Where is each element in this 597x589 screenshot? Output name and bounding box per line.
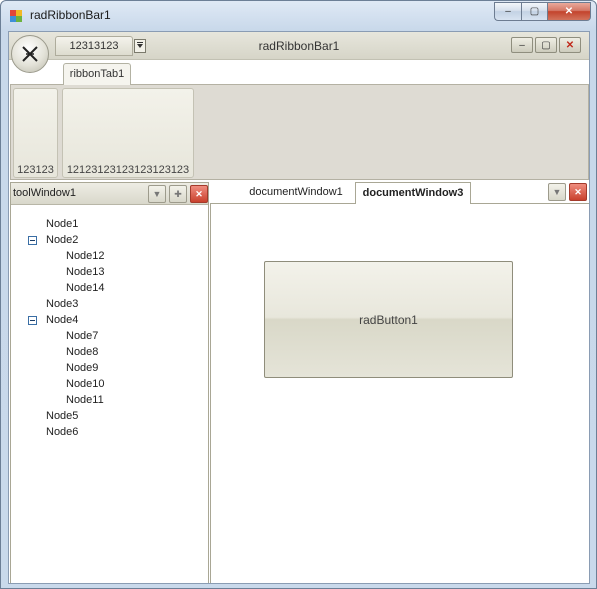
document-dropdown-icon[interactable]: ▼: [548, 183, 566, 201]
tab-document-window-1[interactable]: documentWindow1: [240, 182, 352, 204]
tree-node-label: Node8: [66, 346, 99, 358]
app-menu-icon: [22, 46, 38, 62]
ribbon-tab-strip: ribbonTab1: [9, 60, 589, 85]
ribbon-minimize-button[interactable]: –: [511, 37, 533, 53]
tree-view[interactable]: Node1 Node2 Node12 Node13 Node14 Node3 Node4 No…: [11, 216, 208, 440]
tree-node-label: Node10: [66, 378, 105, 390]
tree-node[interactable]: Node3: [11, 296, 208, 312]
tree-node[interactable]: Node12: [11, 248, 208, 264]
application-menu-button[interactable]: [11, 35, 49, 73]
tree-node-label: Node2: [46, 234, 79, 246]
app-icon: [10, 10, 22, 22]
collapse-icon[interactable]: [28, 236, 37, 245]
ribbon-group-2: 12123123123123123123: [62, 88, 194, 178]
ribbon-title: radRibbonBar1: [258, 39, 340, 53]
document-close-icon[interactable]: ✕: [569, 183, 587, 201]
tree-node[interactable]: Node9: [11, 360, 208, 376]
tree-node[interactable]: Node8: [11, 344, 208, 360]
tree-node-label: Node7: [66, 330, 99, 342]
tree-node-label: Node6: [46, 426, 79, 438]
window-maximize-button[interactable]: ▢: [521, 2, 547, 21]
rad-button[interactable]: radButton1: [264, 261, 513, 378]
tree-node[interactable]: Node4: [11, 312, 208, 328]
tree-node[interactable]: Node14: [11, 280, 208, 296]
ribbon-window-controls: – ▢ ✕: [511, 37, 581, 53]
tree-node-label: Node5: [46, 410, 79, 422]
tree-node-label: Node4: [46, 314, 79, 326]
ribbon-group-label: 12123123123123123123: [66, 164, 190, 176]
tree-node[interactable]: Node11: [11, 392, 208, 408]
window-controls: – ▢ ✕: [494, 2, 591, 21]
tool-window-header[interactable]: toolWindow1 ▼ ✚ ✕: [11, 183, 208, 205]
tool-window-close-icon[interactable]: ✕: [190, 185, 208, 203]
ribbon-panel: 123123 12123123123123123123: [10, 84, 589, 180]
tree-node[interactable]: Node5: [11, 408, 208, 424]
tree-node[interactable]: Node2: [11, 232, 208, 248]
main-window: radRibbonBar1 – ▢ ✕ 12313123 radRibbonBa…: [0, 0, 597, 589]
tree-node[interactable]: Node6: [11, 424, 208, 440]
ribbon-group-1: 123123: [13, 88, 58, 178]
collapse-icon[interactable]: [28, 316, 37, 325]
window-minimize-button[interactable]: –: [494, 2, 521, 21]
tab-document-window-3[interactable]: documentWindow3: [355, 182, 471, 205]
window-title-bar[interactable]: radRibbonBar1 – ▢ ✕: [1, 1, 596, 31]
document-body: radButton1: [210, 204, 589, 583]
document-tab-strip: documentWindow1 documentWindow3 ▼ ✕: [210, 182, 589, 205]
tool-window-dropdown-icon[interactable]: ▼: [148, 185, 166, 203]
ribbon-title-row: 12313123 radRibbonBar1 – ▢ ✕: [9, 32, 589, 60]
tree-node-label: Node9: [66, 362, 99, 374]
tree-node-label: Node12: [66, 250, 105, 262]
window-title: radRibbonBar1: [30, 8, 111, 22]
window-close-button[interactable]: ✕: [547, 2, 591, 21]
tool-window: toolWindow1 ▼ ✚ ✕ Node1 Node2 Node12 Node13…: [10, 182, 209, 583]
tool-window-pin-icon[interactable]: ✚: [169, 185, 187, 203]
tree-node[interactable]: Node1: [11, 216, 208, 232]
tree-node-label: Node13: [66, 266, 105, 278]
tree-node[interactable]: Node10: [11, 376, 208, 392]
tool-window-title: toolWindow1: [13, 187, 76, 199]
client-area: 12313123 radRibbonBar1 – ▢ ✕ ribbonTab1 …: [8, 31, 590, 584]
ribbon-close-button[interactable]: ✕: [559, 37, 581, 53]
tree-node-label: Node1: [46, 218, 79, 230]
tree-node-label: Node11: [66, 394, 104, 406]
tree-node[interactable]: Node7: [11, 328, 208, 344]
tree-node-label: Node14: [66, 282, 105, 294]
ribbon-maximize-button[interactable]: ▢: [535, 37, 557, 53]
tree-node-label: Node3: [46, 298, 79, 310]
ribbon-group-label: 123123: [17, 164, 54, 176]
tree-node[interactable]: Node13: [11, 264, 208, 280]
document-area: documentWindow1 documentWindow3 ▼ ✕ radB…: [210, 182, 589, 583]
ribbon-tab[interactable]: ribbonTab1: [63, 63, 131, 85]
